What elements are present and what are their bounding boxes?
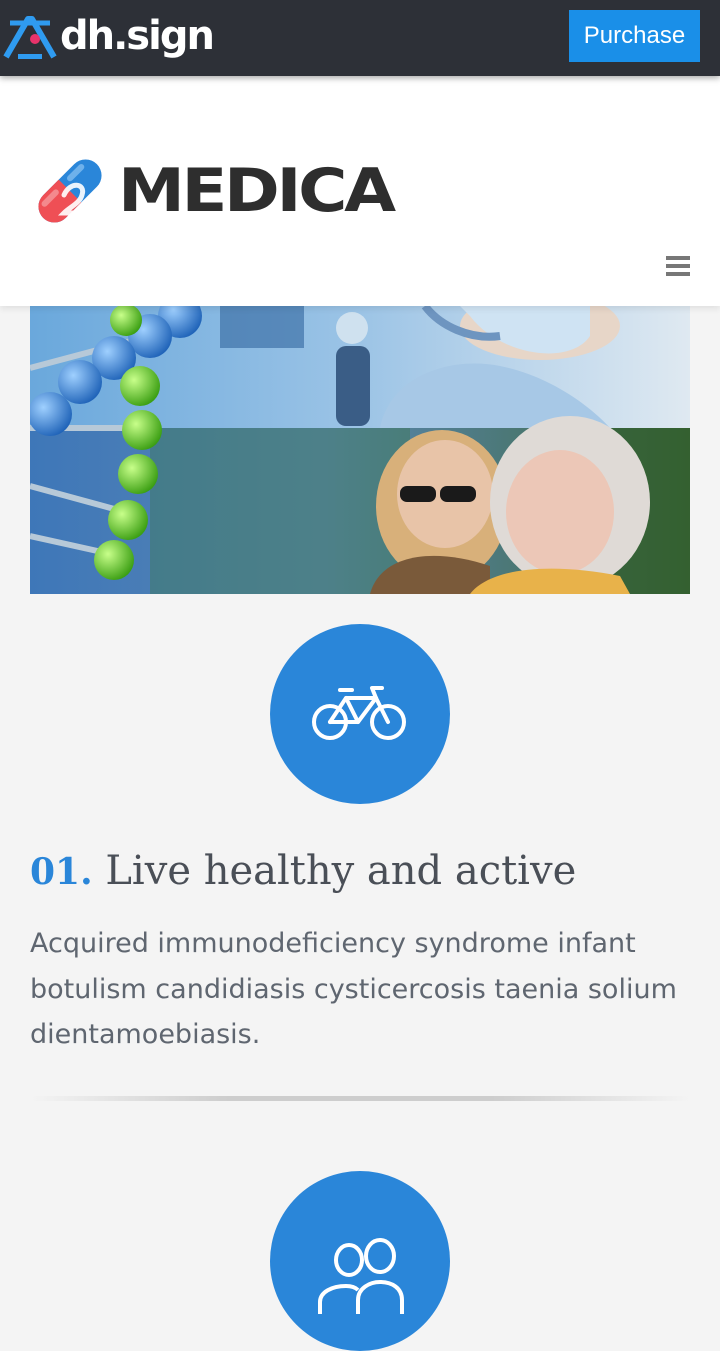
feature-title-text: Live healthy and active <box>105 848 577 894</box>
users-icon <box>318 1238 404 1314</box>
feature-description: Acquired immunodeficiency syndrome infan… <box>30 928 677 1050</box>
users-feature-circle <box>270 1171 450 1351</box>
dh-sign-logo[interactable]: dh.sign <box>2 10 215 62</box>
site-header: MEDICA <box>0 76 720 306</box>
medica-logo[interactable]: MEDICA <box>30 151 396 231</box>
bicycle-feature-circle <box>270 624 450 804</box>
feature-number: 01. <box>30 851 93 893</box>
dh-sign-brand-text: dh.sign <box>60 13 215 59</box>
section-divider <box>30 1096 690 1101</box>
purchase-button[interactable]: Purchase <box>569 10 700 62</box>
bicycle-icon <box>312 686 406 740</box>
medica-logo-text: MEDICA <box>118 156 396 226</box>
hamburger-menu-icon[interactable] <box>666 256 690 276</box>
pill-logo-icon <box>38 159 102 223</box>
dh-sign-logo-icon <box>3 16 57 59</box>
top-bar: dh.sign Purchase <box>0 0 720 76</box>
hero-image <box>30 306 690 594</box>
feature-title: 01. Live healthy and active <box>30 848 576 894</box>
